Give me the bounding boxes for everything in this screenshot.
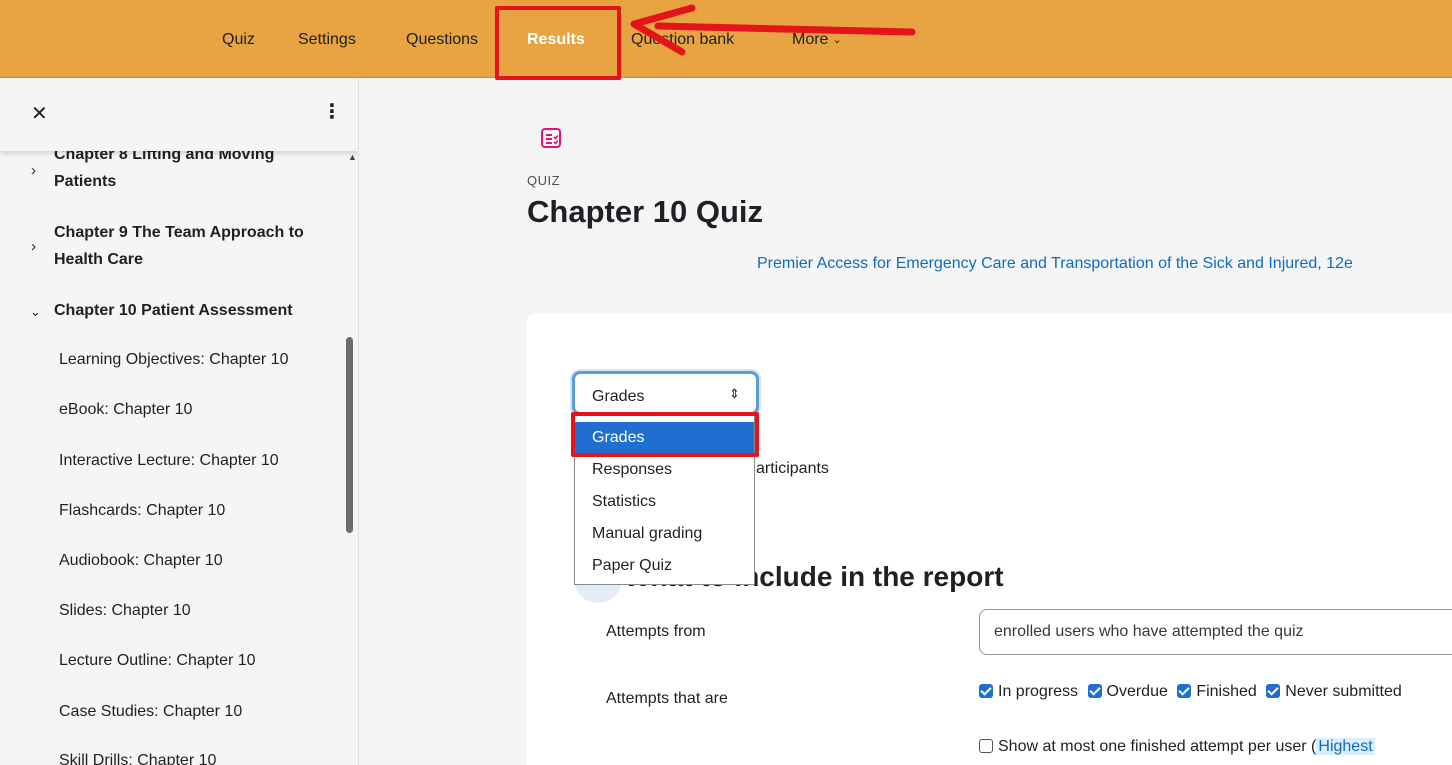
annotation-highlight-box [571,412,759,457]
attempts-from-label: Attempts from [606,623,706,640]
attempts-from-select[interactable]: enrolled users who have attempted the qu… [979,609,1452,655]
sidebar-item-learning-objectives[interactable]: Learning Objectives: Chapter 10 [59,351,288,369]
sidebar-item-skill-drills[interactable]: Skill Drills: Chapter 10 [59,752,216,765]
checkbox-overdue[interactable] [1087,684,1102,698]
sidebar-item-audiobook[interactable]: Audiobook: Chapter 10 [59,552,223,570]
sidebar-item-ebook[interactable]: eBook: Chapter 10 [59,401,192,419]
nav-tab-settings[interactable]: Settings [298,30,356,50]
sidebar-item-slides[interactable]: Slides: Chapter 10 [59,602,191,620]
checkbox-finished[interactable] [1177,684,1192,698]
one-attempt-row: Show at most one finished attempt per us… [979,738,1375,756]
dropdown-option-responses[interactable]: Responses [575,454,754,485]
attempt-states-row: In progress Overdue Finished Never submi… [979,683,1407,701]
course-link[interactable]: Premier Access for Emergency Care and Tr… [757,255,1353,273]
checkbox-one-attempt[interactable] [979,739,993,753]
dropdown-option-manual-grading[interactable]: Manual grading [575,518,754,549]
attempts-that-are-label: Attempts that are [606,690,728,707]
quiz-icon [541,128,561,148]
select-arrows-icon: ⇕ [729,386,740,401]
scroll-up-icon[interactable]: ▲ [348,152,357,162]
sidebar-section-chapter-10[interactable]: Chapter 10 Patient Assessment [54,297,324,324]
checkbox-finished-label: Finished [1196,683,1257,700]
highest-grade-text: Highest [1316,738,1375,755]
participants-text: articipants [756,460,829,477]
sidebar-item-lecture-outline[interactable]: Lecture Outline: Chapter 10 [59,652,256,670]
course-index-drawer: ✕ ⋮ ▲ › Chapter 8 Lifting and Moving Pat… [0,79,359,765]
checkbox-never-submitted[interactable] [1266,684,1281,698]
attempts-from-value: enrolled users who have attempted the qu… [994,623,1304,640]
checkbox-in-progress[interactable] [979,684,993,698]
activity-type-label: QUIZ [527,173,561,188]
annotation-highlight-box [495,6,621,80]
nav-tab-questions[interactable]: Questions [406,30,478,50]
page-title: Chapter 10 Quiz [527,194,763,229]
checkbox-one-attempt-label: Show at most one finished attempt per us… [998,738,1317,755]
dropdown-option-statistics[interactable]: Statistics [575,486,754,517]
chevron-right-icon[interactable]: › [31,239,36,255]
report-type-select[interactable]: Grades ⇕ [572,371,759,415]
checkbox-never-submitted-label: Never submitted [1285,683,1402,700]
close-icon[interactable]: ✕ [31,101,48,126]
report-type-select-value: Grades [592,388,645,405]
secondary-navigation: Quiz Settings Questions Results Question… [0,0,1452,80]
main-region: QUIZ Chapter 10 Quiz Premier Access for … [360,79,1452,765]
chevron-down-icon[interactable]: ⌄ [30,304,41,320]
sidebar-item-flashcards[interactable]: Flashcards: Chapter 10 [59,502,225,520]
annotation-arrow-icon [630,4,916,56]
sidebar-section-chapter-9[interactable]: Chapter 9 The Team Approach to Health Ca… [54,219,324,273]
drawer-header: ✕ ⋮ [0,79,358,151]
dropdown-option-paper-quiz[interactable]: Paper Quiz [575,550,754,581]
checkbox-in-progress-label: In progress [998,683,1079,700]
more-vertical-icon[interactable]: ⋮ [322,99,342,124]
checkbox-overdue-label: Overdue [1106,683,1168,700]
nav-tab-quiz[interactable]: Quiz [222,30,255,50]
drawer-scrollbar-thumb[interactable] [346,337,353,533]
sidebar-item-case-studies[interactable]: Case Studies: Chapter 10 [59,703,242,721]
sidebar-item-interactive-lecture[interactable]: Interactive Lecture: Chapter 10 [59,452,279,470]
chevron-right-icon[interactable]: › [31,163,36,179]
